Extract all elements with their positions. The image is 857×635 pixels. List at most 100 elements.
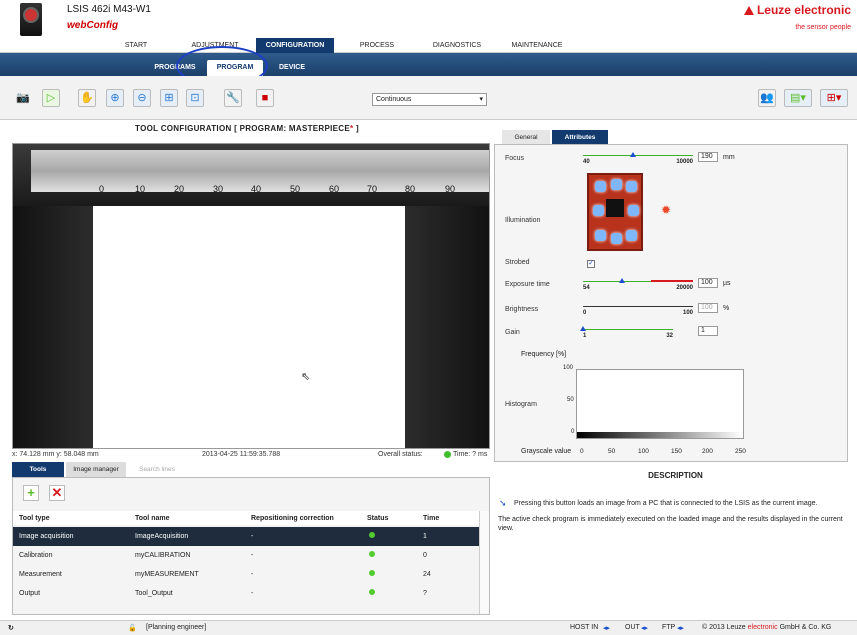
gain-label: Gain: [505, 329, 520, 336]
caliper-beam: 0 10 20 30 40 50 60 70 80 90: [13, 144, 489, 206]
brightness-slider: 0 100: [583, 302, 693, 316]
brightness-label: Brightness: [505, 306, 539, 313]
exposure-input[interactable]: 100: [698, 278, 718, 288]
load-image-icon: ➘: [499, 498, 507, 508]
table-row[interactable]: Calibration myCALIBRATION - 0: [13, 546, 479, 565]
tab-image-manager[interactable]: Image manager: [66, 462, 126, 477]
toolbar: 📷 ▷ ✋ ⊕ ⊖ ⊞ ⊡ 🔧 ■ Continuous 👥 ▤▾ ⊞▾: [0, 76, 857, 120]
attributes-panel: Focus 40 10000 190 mm Illumination ✹ Str…: [494, 144, 848, 462]
strobed-checkbox[interactable]: ✓: [587, 260, 595, 268]
status-ok-icon: [369, 589, 375, 595]
table-row[interactable]: Output Tool_Output - ?: [13, 584, 479, 603]
focus-input[interactable]: 190: [698, 152, 718, 162]
frequency-label: Frequency [%]: [521, 351, 567, 358]
tool-config-title-text: TOOL CONFIGURATION [ PROGRAM: MASTERPIEC…: [135, 124, 351, 133]
description-line-2: The active check program is immediately …: [498, 516, 843, 532]
wrench-icon[interactable]: 🔧: [224, 89, 242, 107]
focus-unit: mm: [723, 154, 735, 161]
camera-icon[interactable]: 📷: [14, 89, 32, 107]
host-in-icon: ◂▸: [603, 625, 611, 632]
tab-tools[interactable]: Tools: [12, 462, 64, 477]
ruler-tick: 0: [99, 184, 105, 194]
nav-start[interactable]: START: [100, 38, 172, 53]
hist-x-tick: 50: [608, 448, 616, 455]
focus-slider[interactable]: 40 10000: [583, 151, 693, 165]
save-to-device-icon[interactable]: ■: [256, 89, 274, 107]
table-scrollbar[interactable]: [479, 511, 489, 614]
zoom-reset-icon[interactable]: ⊡: [186, 89, 204, 107]
focus-max: 10000: [676, 159, 693, 165]
tools-panel: + ✕ Tool type Tool name Repositioning co…: [12, 477, 490, 615]
table-row[interactable]: Image acquisition ImageAcquisition - 1: [13, 527, 479, 546]
main-nav: START ADJUSTMENT CONFIGURATION PROCESS D…: [0, 38, 857, 53]
exposure-slider-thumb[interactable]: [618, 278, 625, 283]
nav-diagnostics[interactable]: DIAGNOSTICS: [418, 38, 496, 53]
description-title: DESCRIPTION: [648, 471, 703, 480]
table-row[interactable]: Measurement myMEASUREMENT - 24: [13, 565, 479, 584]
image-timestamp: 2013-04-25 11:59:35.788: [202, 451, 281, 458]
cell-time: 0: [423, 552, 427, 559]
window-menu-icon[interactable]: ⊞▾: [820, 89, 848, 107]
nav-process[interactable]: PROCESS: [338, 38, 416, 53]
zoom-out-icon[interactable]: ⊖: [133, 89, 151, 107]
cell-tool-type: Output: [19, 590, 41, 597]
hist-x-tick: 0: [580, 448, 584, 455]
layout-menu-icon[interactable]: ▤▾: [784, 89, 812, 107]
illumination-settings-icon[interactable]: ✹: [661, 203, 671, 217]
col-tool-type: Tool type: [19, 515, 50, 522]
hist-y-tick: 100: [563, 365, 574, 371]
brand-triangle-icon: [743, 5, 754, 15]
delete-tool-icon[interactable]: ✕: [49, 485, 65, 501]
header: LSIS 462i M43-W1 webConfig Leuze electro…: [0, 0, 857, 38]
cell-time: 1: [423, 533, 427, 540]
hist-y-tick: 0: [571, 429, 575, 435]
gain-min: 1: [583, 333, 587, 339]
brand-name: Leuze electronic: [756, 3, 851, 17]
zoom-fit-icon[interactable]: ⊞: [160, 89, 178, 107]
ruler-tick: 40: [251, 184, 262, 194]
tab-general[interactable]: General: [502, 130, 550, 145]
ruler-tick: 60: [329, 184, 340, 194]
tab-search-lines[interactable]: Search lines: [128, 462, 186, 477]
illumination-diagram[interactable]: [587, 173, 643, 251]
copyright-brand: electronic: [747, 624, 778, 631]
image-viewport[interactable]: 0 10 20 30 40 50 60 70 80 90 ⇖: [12, 143, 490, 449]
col-time: Time: [423, 515, 440, 522]
nav-maintenance[interactable]: MAINTENANCE: [498, 38, 576, 53]
histogram-plot: [576, 369, 744, 439]
focus-slider-thumb[interactable]: [629, 152, 636, 157]
overall-status-label: Overall status:: [378, 451, 423, 458]
cell-time: ?: [423, 590, 427, 597]
tool-config-title: TOOL CONFIGURATION [ PROGRAM: MASTERPIEC…: [0, 124, 494, 133]
gain-input[interactable]: 1: [698, 326, 718, 336]
app-root: LSIS 462i M43-W1 webConfig Leuze electro…: [0, 0, 857, 635]
exposure-label: Exposure time: [505, 281, 550, 288]
hand-pan-icon[interactable]: ✋: [78, 89, 96, 107]
zoom-in-icon[interactable]: ⊕: [106, 89, 124, 107]
ruler-tick: 80: [405, 184, 416, 194]
nav-configuration[interactable]: CONFIGURATION: [256, 38, 334, 53]
mode-select[interactable]: Continuous: [372, 93, 487, 106]
sub-nav: PROGRAMS PROGRAM DEVICE: [0, 53, 857, 76]
subnav-device[interactable]: DEVICE: [268, 60, 316, 76]
ruler-tick: 90: [445, 184, 456, 194]
hist-x-tick: 200: [702, 448, 713, 455]
tools-table-header: Tool type Tool name Repositioning correc…: [13, 511, 479, 525]
description-line-1: Pressing this button loads an image from…: [514, 500, 818, 507]
refresh-icon[interactable]: ↻: [8, 624, 14, 632]
caliper-jaw-right: [405, 206, 489, 448]
exposure-slider[interactable]: 54 20000: [583, 277, 693, 291]
gain-slider[interactable]: 1 32: [580, 325, 673, 339]
ruler-tick: 70: [367, 184, 378, 194]
focus-min: 40: [583, 159, 590, 165]
add-tool-icon[interactable]: +: [23, 485, 39, 501]
play-icon[interactable]: ▷: [42, 89, 60, 107]
col-status: Status: [367, 515, 389, 522]
tab-attributes[interactable]: Attributes: [552, 130, 608, 145]
brand-logo: Leuze electronic: [743, 3, 851, 17]
users-icon[interactable]: 👥: [758, 89, 776, 107]
gain-slider-thumb[interactable]: [580, 326, 586, 331]
gain-max: 32: [666, 333, 673, 339]
col-tool-name: Tool name: [135, 515, 170, 522]
cell-repositioning: -: [251, 590, 254, 597]
